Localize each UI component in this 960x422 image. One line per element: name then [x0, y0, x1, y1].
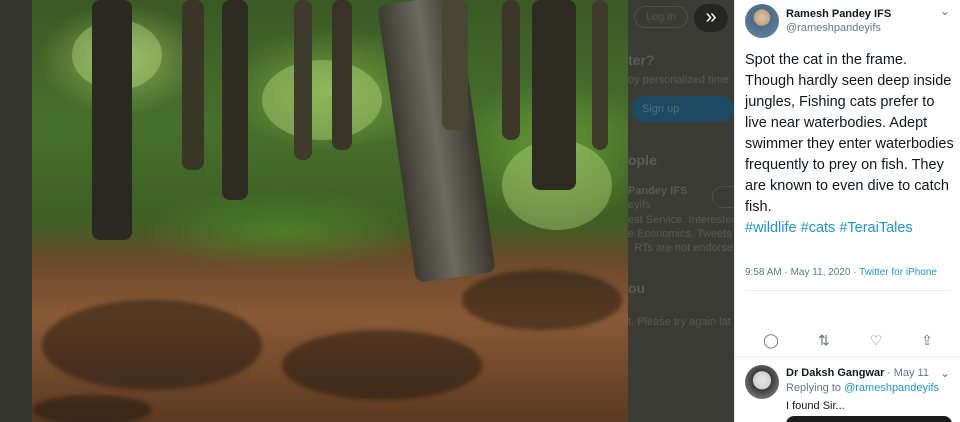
background-twitter-page: Log in ter? oy personalized time Sign up… [628, 0, 734, 422]
person-bio-line: e Economics. Tweets a [628, 228, 734, 240]
tree-trunk [502, 0, 520, 140]
dimmed-backdrop [0, 0, 32, 422]
tree-trunk [532, 0, 576, 190]
ground-shadow [282, 330, 482, 400]
tree-trunk [592, 0, 608, 150]
foliage-highlight [262, 60, 382, 140]
author-handle[interactable]: @rameshpandeyifs [786, 22, 881, 34]
signup-prompt-heading: ter? [628, 52, 655, 68]
divider [735, 356, 960, 357]
tree-trunk [92, 0, 132, 240]
hashtag-link[interactable]: #wildlife [745, 220, 797, 236]
person-bio-line: . RTs are not endorsem [628, 242, 734, 254]
ground-shadow [32, 395, 152, 422]
heart-icon: ♡ [869, 332, 883, 348]
divider [745, 290, 951, 291]
tweet-timestamp[interactable]: 9:58 AM · May 11, 2020 · [745, 267, 859, 278]
tweet-metadata: 9:58 AM · May 11, 2020 · Twitter for iPh… [745, 267, 937, 278]
reply-author-avatar[interactable] [745, 365, 779, 399]
tree-trunk [294, 0, 312, 160]
tree-trunk [377, 0, 496, 283]
replying-to-label: Replying to [786, 382, 845, 394]
follow-button [712, 186, 734, 208]
signup-prompt-text: oy personalized time [628, 74, 729, 86]
tree-trunk [442, 0, 468, 130]
chevron-down-icon[interactable]: ⌄ [940, 4, 950, 18]
tweet-body: Spot the cat in the frame. Though hardly… [745, 50, 957, 239]
retweet-button[interactable]: ⇅ [814, 330, 834, 350]
relevant-people-heading: ople [628, 152, 657, 168]
author-avatar[interactable] [745, 4, 779, 38]
person-handle: eyifs [628, 199, 651, 211]
hashtag-link[interactable]: #cats [801, 220, 836, 236]
share-icon: ⇪ [921, 332, 933, 348]
person-bio-line: est Service. Interested [628, 214, 734, 226]
author-name[interactable]: Ramesh Pandey IFS [786, 8, 891, 20]
tweet-hashtags: #wildlife #cats #TeraiTales [745, 218, 957, 239]
retweet-icon: ⇅ [818, 332, 830, 348]
tweet-text: Spot the cat in the frame. Though hardly… [745, 52, 954, 215]
ground-shadow [42, 300, 262, 390]
reply-icon: ◯ [763, 332, 779, 348]
expand-panel-button[interactable]: » [694, 4, 728, 32]
replying-to-line: Replying to @rameshpandeyifs [786, 382, 939, 394]
chevron-down-icon[interactable]: ⌄ [940, 366, 950, 380]
tree-trunk [182, 0, 204, 170]
reply-media[interactable] [786, 416, 952, 422]
double-chevron-right-icon: » [705, 6, 717, 28]
tweet-photo[interactable] [32, 0, 628, 422]
tweet-detail-panel: Ramesh Pandey IFS @rameshpandeyifs ⌄ Spo… [734, 0, 960, 422]
trends-heading: ou [628, 280, 646, 296]
reply-text: I found Sir... [786, 400, 845, 412]
reply-button[interactable]: ◯ [761, 330, 781, 350]
reply-author-name[interactable]: Dr Daksh Gangwar [786, 367, 884, 379]
signup-button: Sign up [632, 96, 734, 122]
tweet-source-link[interactable]: Twitter for iPhone [859, 267, 937, 278]
trends-error-text: t. Please try again lat [628, 316, 731, 328]
like-button[interactable]: ♡ [866, 330, 886, 350]
replying-to-handle-link[interactable]: @rameshpandeyifs [844, 382, 939, 394]
ground-shadow [462, 270, 622, 330]
tree-trunk [222, 0, 248, 200]
person-name: Pandey IFS [628, 185, 688, 197]
login-button: Log in [634, 6, 688, 28]
tree-trunk [332, 0, 352, 150]
reply-timestamp[interactable]: · May 11 [887, 367, 929, 379]
media-viewer: Log in ter? oy personalized time Sign up… [0, 0, 960, 422]
hashtag-link[interactable]: #TeraiTales [839, 220, 912, 236]
share-button[interactable]: ⇪ [917, 330, 937, 350]
